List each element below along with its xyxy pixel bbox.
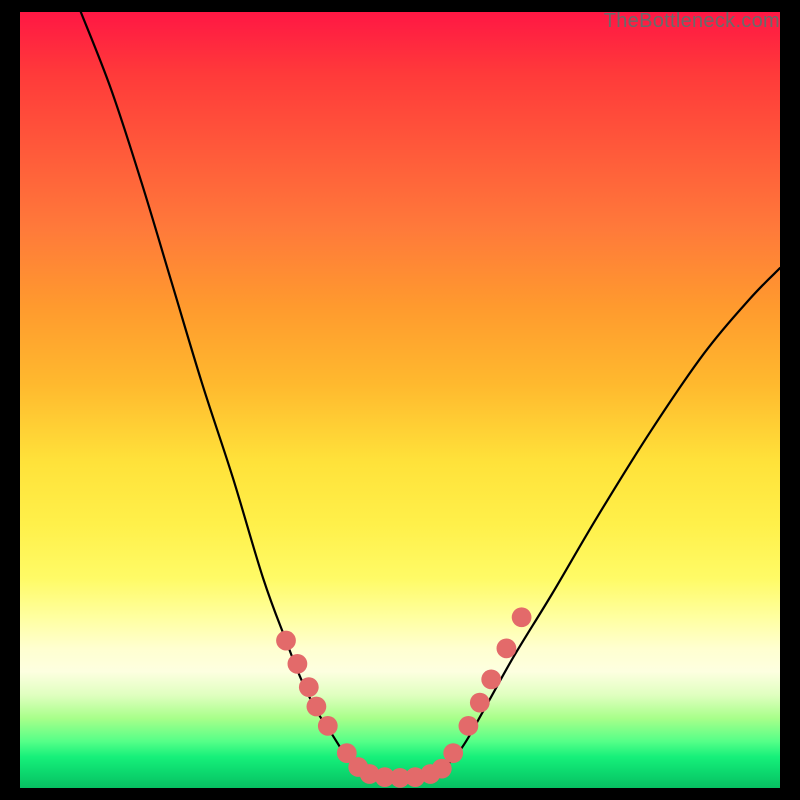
bottleneck-curve xyxy=(81,12,780,778)
data-marker xyxy=(299,677,319,697)
data-marker xyxy=(288,654,308,674)
attribution-watermark: TheBottleneck.com xyxy=(604,10,780,33)
data-marker xyxy=(459,716,479,736)
chart-svg xyxy=(20,12,780,788)
data-marker xyxy=(470,693,490,713)
data-marker xyxy=(276,631,296,651)
chart-frame: TheBottleneck.com xyxy=(0,0,800,800)
data-marker xyxy=(512,607,532,627)
data-marker xyxy=(497,638,517,658)
chart-plot-area xyxy=(20,12,780,788)
data-marker xyxy=(443,743,463,763)
data-marker xyxy=(481,669,501,689)
marker-layer xyxy=(276,607,531,787)
data-marker xyxy=(318,716,338,736)
curve-layer xyxy=(81,12,780,778)
data-marker xyxy=(307,697,327,717)
